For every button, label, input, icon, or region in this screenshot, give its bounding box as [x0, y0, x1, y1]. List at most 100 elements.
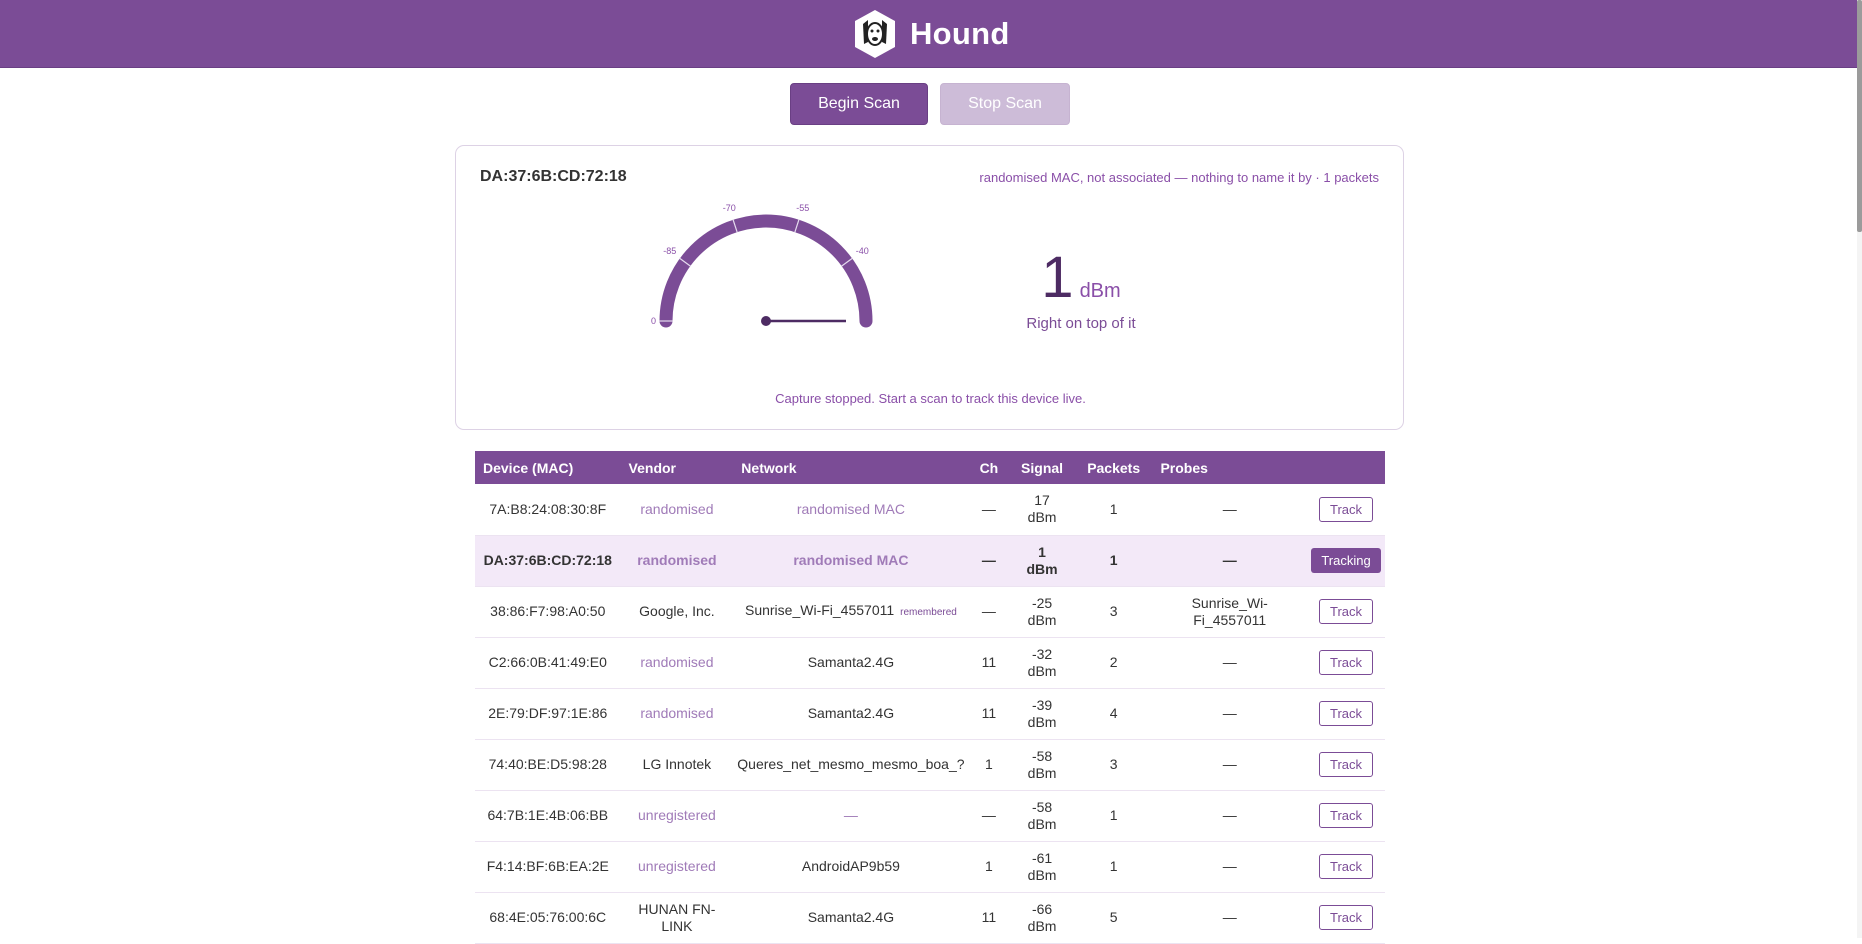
probe-ssid: — [1222, 552, 1237, 568]
device-mac: 38:86:F7:98:A0:50 [490, 603, 606, 619]
device-channel: — [981, 552, 996, 568]
table-row[interactable]: 7A:B8:24:08:30:8F randomised randomised MA… [475, 484, 1385, 535]
track-button[interactable]: Track [1319, 752, 1373, 777]
table-header-row: Device (MAC) Vendor Network Ch Signal Pa… [475, 451, 1385, 484]
device-mac: DA:37:6B:CD:72:18 [483, 552, 612, 568]
table-row-selected[interactable]: DA:37:6B:CD:72:18 randomised randomised MA… [475, 535, 1385, 586]
device-network: — [733, 790, 968, 841]
page-scrollbar[interactable] [1857, 0, 1862, 938]
network-name: — [843, 807, 858, 823]
device-probes: Sunrise_Wi- Fi_4557011 [1152, 586, 1307, 637]
device-action: Track [1307, 586, 1385, 637]
signal-unit: dBm [1027, 509, 1057, 526]
probe-ssid: Sunrise_Wi- [1191, 594, 1268, 611]
col-vendor[interactable]: Vendor [621, 451, 734, 484]
device-probes: — [1152, 790, 1307, 841]
network-name: randomised MAC [796, 500, 905, 517]
device-channel: 11 [981, 654, 997, 670]
device-signal: -58 dBm [1009, 790, 1075, 841]
table-row[interactable]: 2E:79:DF:97:1E:86 randomised Samanta2.4G 11… [475, 688, 1385, 739]
track-button[interactable]: Track [1319, 905, 1373, 930]
table-row[interactable]: C2:66:0B:41:49:E0 randomised Samanta2.4G 11… [475, 637, 1385, 688]
track-button[interactable]: Track [1319, 496, 1373, 522]
device-channel: — [981, 500, 996, 517]
track-button[interactable]: Track [1319, 803, 1373, 828]
col-channel[interactable]: Ch [969, 451, 1010, 484]
device-mac: 64:7B:1E:4B:06:BB [487, 807, 609, 823]
brand: Hound [852, 6, 1010, 62]
scrollbar-thumb[interactable] [1857, 0, 1862, 232]
probe-ssid: — [1222, 500, 1237, 517]
track-button[interactable]: Track [1319, 701, 1373, 726]
device-action: Track [1307, 892, 1385, 943]
device-probes: — [1152, 841, 1307, 892]
device-probes: — [1152, 892, 1307, 943]
device-network: AndroidAP9b59 [733, 841, 968, 892]
device-signal: -32 dBm [1009, 637, 1075, 688]
col-device[interactable]: Device (MAC) [475, 451, 621, 484]
device-packets: 3 [1109, 603, 1118, 619]
device-mac: C2:66:0B:41:49:E0 [488, 654, 607, 670]
device-vendor: randomised [640, 705, 714, 721]
device-packets: 3 [1109, 756, 1118, 772]
signal-unit: dBm [1027, 662, 1057, 679]
device-signal: -39 dBm [1009, 688, 1075, 739]
probe-ssid: — [1222, 654, 1237, 670]
signal-unit: dBm [1027, 611, 1057, 628]
device-vendor: HUNAN FN-LINK [638, 900, 716, 934]
signal-unit: dBm [1027, 764, 1057, 781]
table-row[interactable]: 38:86:F7:98:A0:50 Google, Inc. Sunrise_Wi-… [475, 586, 1385, 637]
track-button[interactable]: Track [1319, 854, 1373, 879]
tracking-button[interactable]: Tracking [1311, 548, 1381, 573]
col-packets[interactable]: Packets [1075, 451, 1153, 484]
col-network[interactable]: Network [733, 451, 968, 484]
table-row[interactable]: 74:40:BE:D5:98:28 LG Innotek Queres_net_me… [475, 739, 1385, 790]
device-signal: -58 dBm [1009, 739, 1075, 790]
network-name: Queres_net_mesmo_mesmo_boa_? [737, 756, 965, 772]
device-vendor: Google, Inc. [639, 603, 715, 619]
device-probes: — [1152, 535, 1307, 586]
device-channel: 1 [985, 858, 993, 874]
device-action: Track [1307, 739, 1385, 790]
device-network: Samanta2.4G [733, 637, 968, 688]
stop-scan-button[interactable]: Stop Scan [940, 83, 1070, 125]
signal-unit: dBm [1027, 713, 1057, 730]
table-row[interactable]: F4:14:BF:6B:EA:2E unregistered AndroidAP9b… [475, 841, 1385, 892]
device-network: Queres_net_mesmo_mesmo_boa_? [733, 739, 968, 790]
probe-ssid: — [1222, 807, 1237, 823]
device-signal: 1 dBm [1009, 535, 1075, 586]
device-mac: 74:40:BE:D5:98:28 [488, 756, 607, 772]
device-vendor: unregistered [638, 858, 716, 874]
device-mac: 2E:79:DF:97:1E:86 [488, 705, 608, 721]
table-row[interactable]: 68:4E:05:76:00:6C HUNAN FN-LINK Samanta2.4… [475, 892, 1385, 943]
signal-gauge: -100 -85 -70 -55 -40 [651, 203, 873, 328]
signal-value: -58 [1031, 747, 1053, 764]
probe-ssid: — [1222, 705, 1237, 721]
tracked-info: randomised MAC, not associated — nothing… [979, 170, 1379, 185]
signal-unit: dBm [1027, 917, 1057, 934]
signal-unit: dBm [1079, 280, 1121, 302]
signal-value: 17 [1034, 492, 1050, 509]
network-name: Samanta2.4G [807, 654, 895, 670]
gauge-tick-label: -40 [856, 246, 869, 256]
device-action: Track [1307, 637, 1385, 688]
device-probes: — [1152, 484, 1307, 535]
device-signal: 17 dBm [1009, 484, 1075, 535]
signal-value: 1 [1038, 543, 1046, 560]
device-probes: — [1152, 688, 1307, 739]
device-packets: 1 [1109, 500, 1118, 517]
signal-value: -32 [1031, 645, 1053, 662]
col-signal[interactable]: Signal [1009, 451, 1075, 484]
device-packets: 1 [1109, 858, 1118, 874]
device-packets: 1 [1109, 807, 1118, 823]
device-mac: F4:14:BF:6B:EA:2E [486, 858, 609, 874]
begin-scan-button[interactable]: Begin Scan [790, 83, 928, 125]
device-network: Samanta2.4G [733, 688, 968, 739]
track-button[interactable]: Track [1319, 599, 1373, 624]
device-probes: — [1152, 739, 1307, 790]
gauge-tick-label: -55 [796, 203, 809, 213]
track-button[interactable]: Track [1319, 650, 1373, 675]
device-signal: -25 dBm [1009, 586, 1075, 637]
table-row[interactable]: 64:7B:1E:4B:06:BB unregistered — — -58 dBm 1 — T… [475, 790, 1385, 841]
col-probes[interactable]: Probes [1152, 451, 1307, 484]
